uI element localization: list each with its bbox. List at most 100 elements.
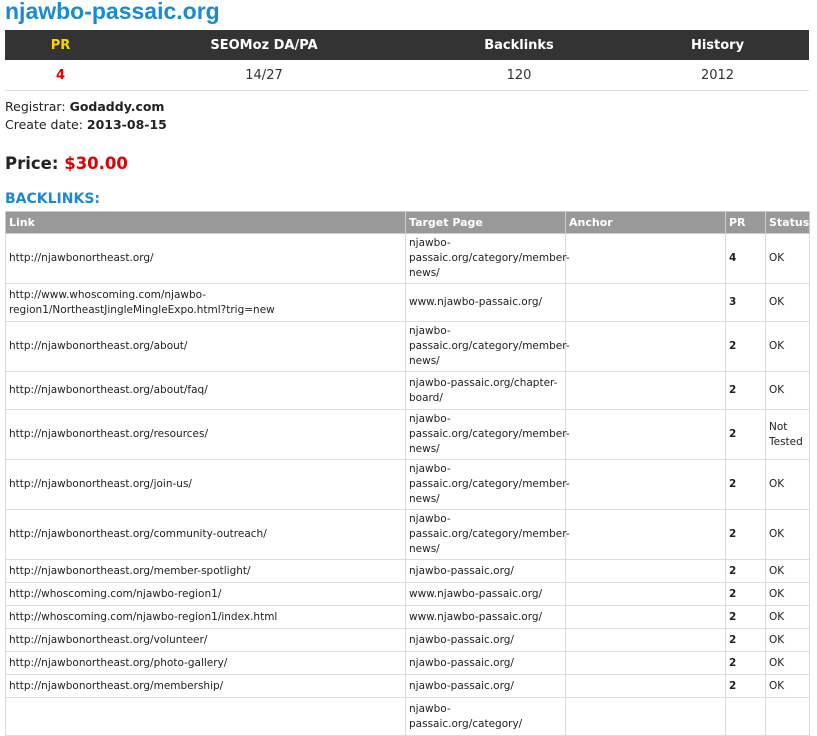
pr-cell: 2 xyxy=(725,582,766,606)
link-cell[interactable]: http://njawbonortheast.org/about/faq/ xyxy=(5,371,406,410)
anchor-cell xyxy=(565,674,726,698)
anchor-cell xyxy=(565,509,726,560)
anchor-cell xyxy=(565,697,726,736)
backlinks-header-row: Link Target Page Anchor PR Status xyxy=(5,211,810,234)
target-page-cell[interactable]: www.njawbo-passaic.org/ xyxy=(405,582,566,606)
status-cell: OK xyxy=(765,371,810,410)
price-label: Price: xyxy=(5,154,59,173)
history-header: History xyxy=(626,30,809,60)
backlinks-title: BACKLINKS: xyxy=(5,191,101,207)
site-title: njawbo-passaic.org xyxy=(5,0,220,24)
anchor-cell xyxy=(565,409,726,460)
pr-cell: 2 xyxy=(725,509,766,560)
target-page-cell[interactable]: www.njawbo-passaic.org/ xyxy=(405,605,566,629)
stats-table: PR SEOMoz DA/PA Backlinks History 4 14/2… xyxy=(5,30,809,91)
pr-cell xyxy=(725,697,766,736)
link-cell[interactable]: http://njawbonortheast.org/community-out… xyxy=(5,509,406,560)
target-page-cell[interactable]: njawbo-passaic.org/ xyxy=(405,674,566,698)
stats-value-row: 4 14/27 120 2012 xyxy=(5,60,809,91)
pr-cell: 2 xyxy=(725,674,766,698)
target-page-cell[interactable]: njawbo-passaic.org/ xyxy=(405,651,566,675)
target-page-cell[interactable]: njawbo-passaic.org/category/member-news/ xyxy=(405,321,570,372)
status-cell: OK xyxy=(765,459,810,510)
status-cell: OK xyxy=(765,628,810,652)
target-page-cell[interactable]: www.njawbo-passaic.org/ xyxy=(405,283,566,322)
status-cell: OK xyxy=(765,233,810,284)
table-row: http://njawbonortheast.org/volunteer/nja… xyxy=(5,628,810,652)
link-cell[interactable]: http://njawbonortheast.org/volunteer/ xyxy=(5,628,406,652)
anchor-cell xyxy=(565,459,726,510)
col-pr-header: PR xyxy=(725,211,766,234)
col-target-header: Target Page xyxy=(405,211,566,234)
table-row: http://njawbonortheast.org/about/faq/nja… xyxy=(5,371,810,410)
status-cell: Not Tested xyxy=(765,409,810,460)
status-cell: OK xyxy=(765,651,810,675)
status-cell: OK xyxy=(765,674,810,698)
backlinks-value: 120 xyxy=(412,60,626,91)
table-row: http://njawbonortheast.org/join-us/njawb… xyxy=(5,459,810,510)
registrar-line: Registrar: Godaddy.com xyxy=(5,99,164,114)
status-cell: OK xyxy=(765,559,810,583)
pr-cell: 2 xyxy=(725,409,766,460)
col-link-header: Link xyxy=(5,211,406,234)
table-row: http://njawbonortheast.org/photo-gallery… xyxy=(5,651,810,675)
status-cell: OK xyxy=(765,283,810,322)
target-page-cell[interactable]: njawbo-passaic.org/category/member-news/ xyxy=(405,409,570,460)
status-cell xyxy=(765,697,810,736)
target-page-cell[interactable]: njawbo-passaic.org/category/member-news/ xyxy=(405,459,570,510)
table-row: http://whoscoming.com/njawbo-region1/www… xyxy=(5,582,810,606)
pr-cell: 2 xyxy=(725,605,766,629)
table-row: http://njawbonortheast.org/member-spotli… xyxy=(5,559,810,583)
anchor-cell xyxy=(565,628,726,652)
link-cell[interactable] xyxy=(5,697,406,736)
pr-cell: 2 xyxy=(725,651,766,675)
pr-cell: 2 xyxy=(725,559,766,583)
backlinks-table: Link Target Page Anchor PR Status http:/… xyxy=(5,211,810,736)
link-cell[interactable]: http://njawbonortheast.org/join-us/ xyxy=(5,459,406,510)
pr-cell: 2 xyxy=(725,628,766,652)
link-cell[interactable]: http://njawbonortheast.org/member-spotli… xyxy=(5,559,406,583)
status-cell: OK xyxy=(765,321,810,372)
pr-cell: 2 xyxy=(725,371,766,410)
stats-header-row: PR SEOMoz DA/PA Backlinks History xyxy=(5,30,809,60)
link-cell[interactable]: http://njawbonortheast.org/photo-gallery… xyxy=(5,651,406,675)
link-cell[interactable]: http://whoscoming.com/njawbo-region1/ xyxy=(5,582,406,606)
col-anchor-header: Anchor xyxy=(565,211,726,234)
link-cell[interactable]: http://njawbonortheast.org/ xyxy=(5,233,406,284)
registrar-value: Godaddy.com xyxy=(69,99,165,114)
status-cell: OK xyxy=(765,582,810,606)
link-cell[interactable]: http://njawbonortheast.org/membership/ xyxy=(5,674,406,698)
create-date-line: Create date: 2013-08-15 xyxy=(5,117,167,132)
anchor-cell xyxy=(565,651,726,675)
registrar-label: Registrar: xyxy=(5,99,66,114)
anchor-cell xyxy=(565,605,726,629)
target-page-cell[interactable]: njawbo-passaic.org/category/ xyxy=(405,697,566,736)
create-date-value: 2013-08-15 xyxy=(86,117,167,132)
link-cell[interactable]: http://whoscoming.com/njawbo-region1/ind… xyxy=(5,605,406,629)
anchor-cell xyxy=(565,283,726,322)
target-page-cell[interactable]: njawbo-passaic.org/chapter-board/ xyxy=(405,371,566,410)
link-cell[interactable]: http://njawbonortheast.org/about/ xyxy=(5,321,406,372)
target-page-cell[interactable]: njawbo-passaic.org/ xyxy=(405,628,566,652)
pr-header: PR xyxy=(5,30,116,60)
pr-cell: 4 xyxy=(725,233,766,284)
target-page-cell[interactable]: njawbo-passaic.org/category/member-news/ xyxy=(405,233,570,284)
anchor-cell xyxy=(565,582,726,606)
price-value: $30.00 xyxy=(64,154,128,173)
status-cell: OK xyxy=(765,509,810,560)
create-date-label: Create date: xyxy=(5,117,83,132)
history-value: 2012 xyxy=(626,60,809,91)
link-cell[interactable]: http://www.whoscoming.com/njawbo-region1… xyxy=(5,283,406,322)
link-cell[interactable]: http://njawbonortheast.org/resources/ xyxy=(5,409,406,460)
table-row: http://njawbonortheast.org/resources/nja… xyxy=(5,409,810,460)
backlinks-header: Backlinks xyxy=(412,30,626,60)
target-page-cell[interactable]: njawbo-passaic.org/ xyxy=(405,559,566,583)
table-row: njawbo-passaic.org/category/ xyxy=(5,697,810,736)
pr-cell: 2 xyxy=(725,459,766,510)
price: Price: $30.00 xyxy=(5,154,128,173)
anchor-cell xyxy=(565,321,726,372)
status-cell: OK xyxy=(765,605,810,629)
table-row: http://njawbonortheast.org/membership/nj… xyxy=(5,674,810,698)
anchor-cell xyxy=(565,559,726,583)
target-page-cell[interactable]: njawbo-passaic.org/category/member-news/ xyxy=(405,509,570,560)
